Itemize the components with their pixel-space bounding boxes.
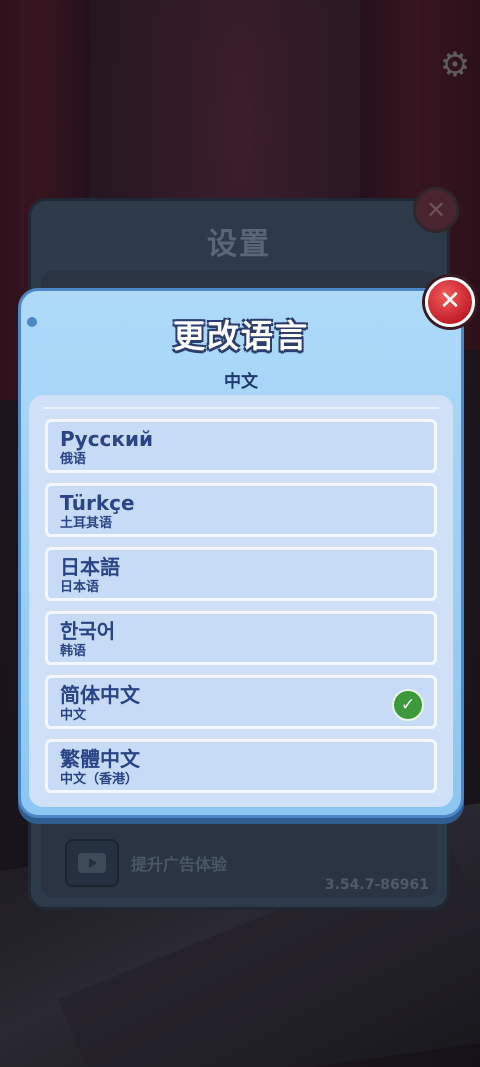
language-native-name: 日本語 [60, 555, 120, 579]
language-item-korean[interactable]: 한국어 韩语 [45, 611, 437, 665]
language-list[interactable]: Русский 俄语 Türkçe 土耳其语 日本語 日本语 한국어 韩语 简体… [29, 395, 453, 807]
change-language-modal: 更改语言 中文 ✕ Русский 俄语 Türkçe 土耳其语 日本語 日本语… [18, 277, 475, 818]
current-language: 中文 [224, 372, 258, 392]
language-native-name: Türkçe [60, 491, 135, 515]
language-translation: 中文 [60, 708, 87, 723]
language-translation: 俄语 [60, 452, 87, 467]
settings-title: 设置 [207, 227, 271, 262]
video-icon [65, 839, 119, 887]
language-native-name: 简体中文 [60, 683, 140, 707]
ad-experience-label: 提升广告体验 [131, 855, 228, 874]
language-native-name: Русский [60, 427, 154, 451]
language-translation: 日本语 [60, 580, 100, 595]
language-item-simplified-chinese[interactable]: 简体中文 中文 ✓ [45, 675, 437, 729]
settings-close-button[interactable]: ✕ [413, 187, 459, 233]
close-icon: ✕ [439, 286, 461, 316]
language-item-russian[interactable]: Русский 俄语 [45, 419, 437, 473]
language-native-name: 繁體中文 [60, 747, 140, 771]
language-translation: 土耳其语 [60, 516, 113, 531]
gear-icon[interactable]: ⚙ [438, 48, 472, 82]
language-native-name: 한국어 [60, 619, 116, 643]
close-icon: ✕ [425, 196, 447, 224]
language-translation: 中文（香港） [60, 772, 139, 787]
checkmark-icon: ✓ [392, 689, 424, 721]
version-label: 3.54.7-86961 [324, 877, 429, 893]
list-top-edge [43, 395, 439, 409]
language-item-traditional-chinese[interactable]: 繁體中文 中文（香港） [45, 739, 437, 793]
ad-experience-row[interactable]: 提升广告体验 [65, 839, 227, 887]
close-button[interactable]: ✕ [425, 277, 475, 327]
language-item-japanese[interactable]: 日本語 日本语 [45, 547, 437, 601]
language-translation: 韩语 [60, 644, 87, 659]
language-item-turkish[interactable]: Türkçe 土耳其语 [45, 483, 437, 537]
modal-title: 更改语言 [172, 317, 309, 355]
